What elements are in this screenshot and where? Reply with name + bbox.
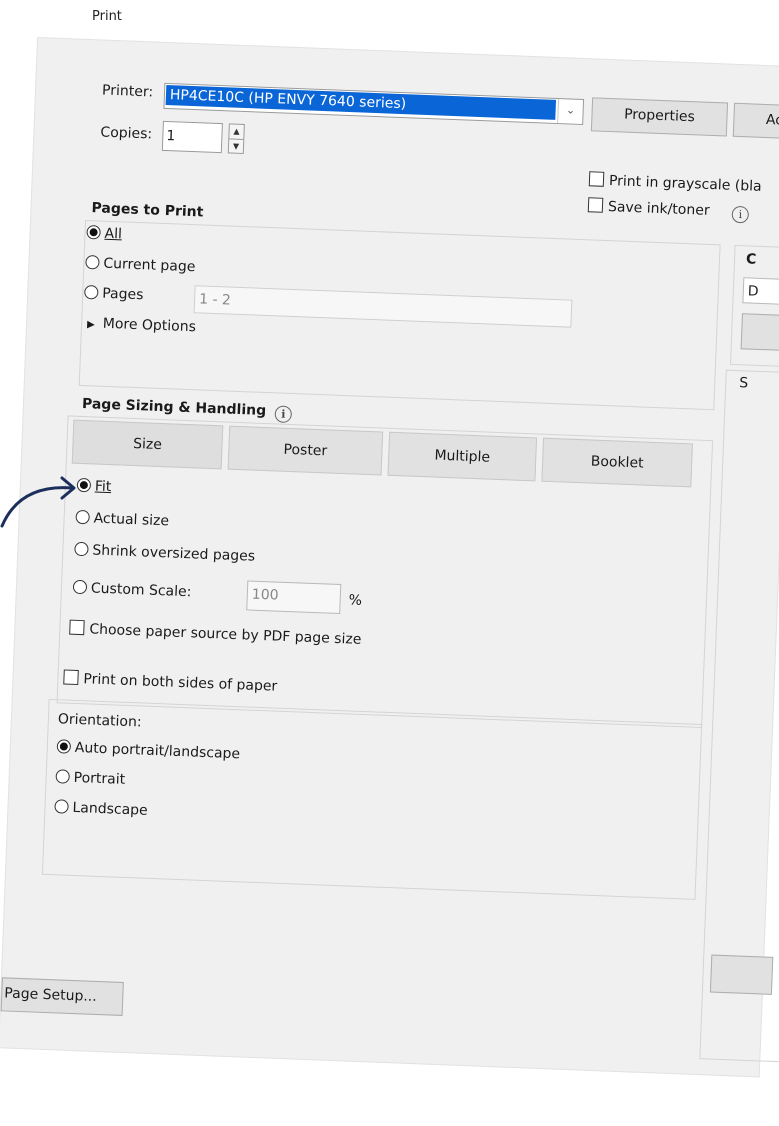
tab-size[interactable]: Size [71, 419, 224, 470]
tab-multiple[interactable]: Multiple [387, 431, 538, 482]
orientation-portrait-label: Portrait [73, 769, 126, 788]
orientation-title: Orientation: [57, 711, 142, 731]
pages-all-radio[interactable] [86, 225, 101, 240]
copies-input[interactable]: 1 [161, 120, 223, 154]
printer-selected-value: HP4CE10C (HP ENVY 7640 series) [165, 84, 557, 120]
tab-booklet-label: Booklet [590, 453, 644, 472]
spin-up-icon[interactable]: ▲ [229, 124, 244, 140]
orientation-auto-radio[interactable] [56, 739, 72, 754]
pages-range-radio[interactable] [84, 284, 99, 300]
printer-dropdown[interactable]: HP4CE10C (HP ENVY 7640 series) ⌄ [163, 82, 585, 125]
page-setup-button[interactable]: Page Setup... [0, 977, 124, 1016]
paper-source-checkbox[interactable] [69, 619, 85, 636]
properties-button[interactable]: Properties [590, 97, 729, 137]
print-dialog-scene: Printer: HP4CE10C (HP ENVY 7640 series) … [0, 0, 779, 1124]
advanced-button[interactable]: Ac [732, 102, 779, 140]
tab-poster[interactable]: Poster [227, 425, 384, 476]
summarize-button-partial[interactable] [740, 313, 779, 352]
pages-range-label: Pages [101, 285, 144, 304]
page-sizing-title-text: Page Sizing & Handling [81, 395, 267, 420]
spin-down-icon[interactable]: ▼ [229, 139, 244, 154]
duplex-checkbox[interactable] [63, 669, 79, 686]
preview-nav-button-partial[interactable] [709, 954, 774, 995]
pages-all-label: All [104, 225, 123, 243]
tab-poster-label: Poster [283, 441, 328, 460]
pages-range-option[interactable]: Pages [84, 284, 144, 304]
orientation-landscape-label: Landscape [72, 799, 148, 819]
grayscale-option[interactable]: Print in grayscale (bla [588, 171, 762, 195]
custom-scale-input[interactable]: 100 [246, 580, 342, 615]
tab-booklet[interactable]: Booklet [541, 437, 693, 488]
orientation-landscape-radio[interactable] [54, 799, 69, 814]
info-icon[interactable]: i [731, 205, 750, 224]
actual-size-label: Actual size [93, 510, 170, 530]
fit-label: Fit [94, 478, 112, 496]
save-ink-checkbox[interactable] [587, 197, 604, 213]
save-ink-option[interactable]: Save ink/toner i [587, 197, 750, 224]
orientation-portrait-option[interactable]: Portrait [55, 769, 125, 788]
print-dialog: Printer: HP4CE10C (HP ENVY 7640 series) … [0, 38, 779, 1077]
save-ink-label: Save ink/toner [607, 199, 710, 219]
triangle-right-icon: ▶ [86, 319, 95, 331]
chevron-down-icon[interactable]: ⌄ [557, 99, 584, 124]
shrink-radio[interactable] [74, 541, 89, 557]
custom-scale-radio[interactable] [72, 579, 88, 595]
comments-dropdown[interactable]: D [742, 277, 779, 306]
percent-label: % [348, 592, 363, 609]
tab-size-label: Size [132, 435, 163, 454]
pages-to-print-title: Pages to Print [91, 200, 204, 221]
info-icon[interactable]: i [274, 405, 293, 424]
pages-all-option[interactable]: All [86, 225, 122, 242]
pages-current-radio[interactable] [85, 254, 100, 270]
comments-title-partial: C [745, 251, 757, 268]
printer-label: Printer: [101, 82, 154, 101]
tab-multiple-label: Multiple [434, 447, 491, 466]
fit-option[interactable]: Fit [76, 477, 112, 496]
grayscale-label: Print in grayscale (bla [608, 173, 762, 195]
curved-arrow-icon [0, 476, 76, 528]
orientation-portrait-radio[interactable] [55, 769, 70, 784]
copies-spinner[interactable]: ▲ ▼ [227, 123, 245, 154]
grayscale-checkbox[interactable] [588, 171, 605, 187]
copies-label: Copies: [100, 124, 153, 143]
